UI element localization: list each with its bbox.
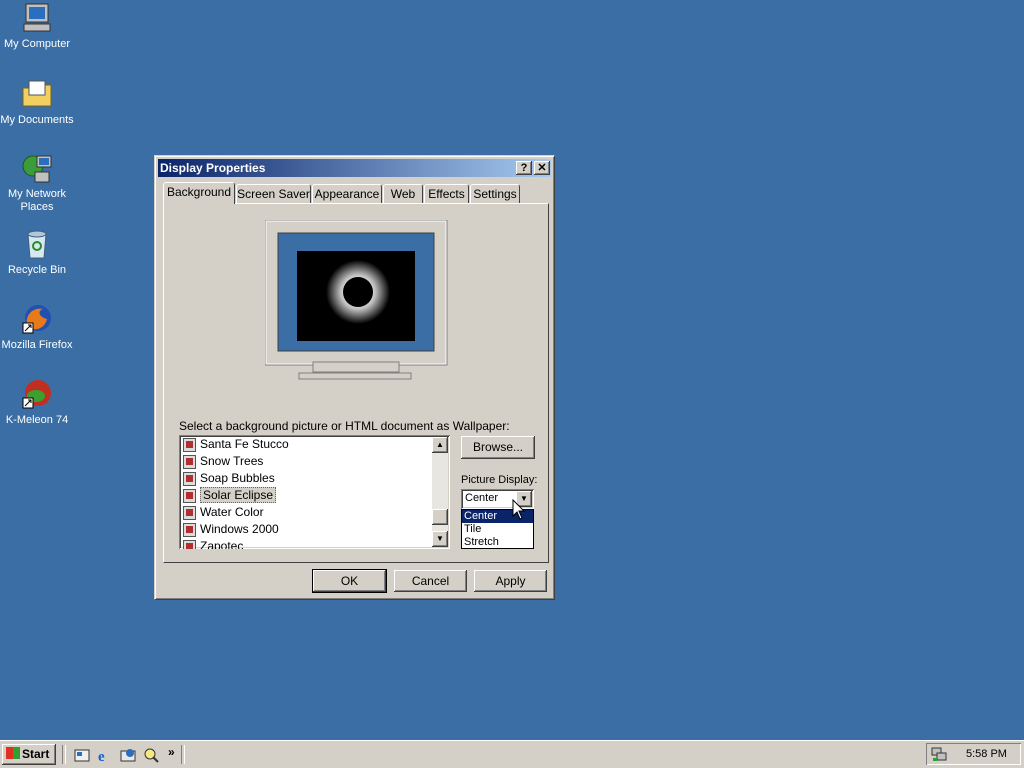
list-item[interactable]: Water Color: [183, 504, 264, 521]
start-label: Start: [22, 747, 50, 761]
desktop-icon-label: K-Meleon 74: [5, 414, 69, 426]
browse-button[interactable]: Browse...: [461, 436, 535, 459]
picture-display-value: Center: [465, 492, 499, 504]
desktop-icon-network-places[interactable]: My Network Places: [0, 152, 74, 214]
cancel-button[interactable]: Cancel: [394, 570, 467, 592]
quick-launch-overflow[interactable]: »: [168, 745, 175, 759]
dropdown-option[interactable]: Stretch: [462, 536, 533, 549]
image-file-icon: [183, 505, 196, 520]
wallpaper-list[interactable]: Santa Fe Stucco Snow Trees Soap Bubbles …: [179, 435, 450, 549]
my-documents-icon: [21, 78, 53, 110]
desktop-icon-my-documents[interactable]: My Documents: [0, 78, 74, 127]
desktop-icon-label: Recycle Bin: [7, 264, 67, 276]
search-icon[interactable]: [143, 747, 159, 763]
scroll-down-button[interactable]: ▼: [432, 531, 448, 547]
list-scrollbar[interactable]: ▲ ▼: [432, 437, 448, 547]
tab-effects[interactable]: Effects: [424, 184, 469, 203]
desktop-icon-label: Mozilla Firefox: [1, 339, 73, 351]
list-item[interactable]: Santa Fe Stucco: [183, 436, 289, 453]
scroll-thumb[interactable]: [432, 509, 448, 525]
internet-explorer-icon[interactable]: e: [97, 747, 113, 765]
list-item[interactable]: Zapotec: [183, 538, 243, 549]
list-item[interactable]: Soap Bubbles: [183, 470, 275, 487]
list-item[interactable]: Windows 2000: [183, 521, 279, 538]
clock[interactable]: 5:58 PM: [966, 748, 1007, 760]
desktop-icon-my-computer[interactable]: My Computer: [0, 2, 74, 51]
apply-button[interactable]: Apply: [474, 570, 547, 592]
desktop-icon-label: My Documents: [0, 114, 74, 126]
network-places-icon: [21, 152, 53, 184]
desktop-icon-label: My Network Places: [7, 188, 67, 213]
picture-display-label: Picture Display:: [461, 474, 538, 486]
tab-screen-saver[interactable]: Screen Saver: [236, 184, 311, 203]
image-file-icon: [183, 488, 196, 503]
help-button[interactable]: ?: [516, 161, 532, 175]
system-tray: 5:58 PM: [926, 743, 1021, 765]
wallpaper-prompt: Select a background picture or HTML docu…: [179, 419, 510, 433]
my-computer-icon: [21, 2, 53, 34]
svg-text:e: e: [98, 749, 105, 763]
mouse-cursor-icon: [512, 498, 526, 524]
scroll-up-button[interactable]: ▲: [432, 437, 448, 453]
taskbar-separator: [181, 745, 185, 764]
desktop-icon-k-meleon[interactable]: K-Meleon 74: [0, 378, 74, 427]
tab-appearance[interactable]: Appearance: [312, 184, 382, 203]
network-tray-icon[interactable]: [931, 746, 947, 762]
k-meleon-icon: [21, 378, 53, 410]
start-button[interactable]: Start: [2, 744, 56, 765]
desktop-icon-label: My Computer: [3, 38, 71, 50]
background-tab-panel: Select a background picture or HTML docu…: [163, 203, 549, 563]
image-file-icon: [183, 471, 196, 486]
tab-web[interactable]: Web: [383, 184, 423, 203]
firefox-icon: [21, 303, 53, 335]
image-file-icon: [183, 539, 196, 549]
taskbar-separator: [62, 745, 66, 764]
list-item[interactable]: Snow Trees: [183, 453, 263, 470]
desktop-icon-recycle-bin[interactable]: Recycle Bin: [0, 228, 74, 277]
tab-settings[interactable]: Settings: [470, 184, 520, 203]
dialog-title: Display Properties: [160, 161, 266, 175]
image-file-icon: [183, 522, 196, 537]
close-button[interactable]: ✕: [534, 161, 550, 175]
dropdown-option[interactable]: Tile: [462, 523, 533, 536]
outlook-express-icon[interactable]: [120, 747, 136, 763]
display-properties-dialog: Display Properties ? ✕ Background Screen…: [154, 155, 555, 600]
desktop-icon-firefox[interactable]: Mozilla Firefox: [0, 303, 74, 352]
monitor-preview: [264, 219, 449, 385]
image-file-icon: [183, 437, 196, 452]
title-bar[interactable]: Display Properties ? ✕: [158, 159, 551, 177]
show-desktop-icon[interactable]: [74, 747, 90, 763]
image-file-icon: [183, 454, 196, 469]
wallpaper-preview-image: [297, 251, 415, 341]
tab-background[interactable]: Background: [163, 182, 235, 204]
taskbar: Start e » 5:58 PM: [0, 740, 1024, 768]
ok-button[interactable]: OK: [312, 569, 387, 593]
windows-logo-icon: [6, 747, 20, 759]
list-item-selected[interactable]: Solar Eclipse: [183, 487, 277, 504]
recycle-bin-icon: [21, 228, 53, 260]
